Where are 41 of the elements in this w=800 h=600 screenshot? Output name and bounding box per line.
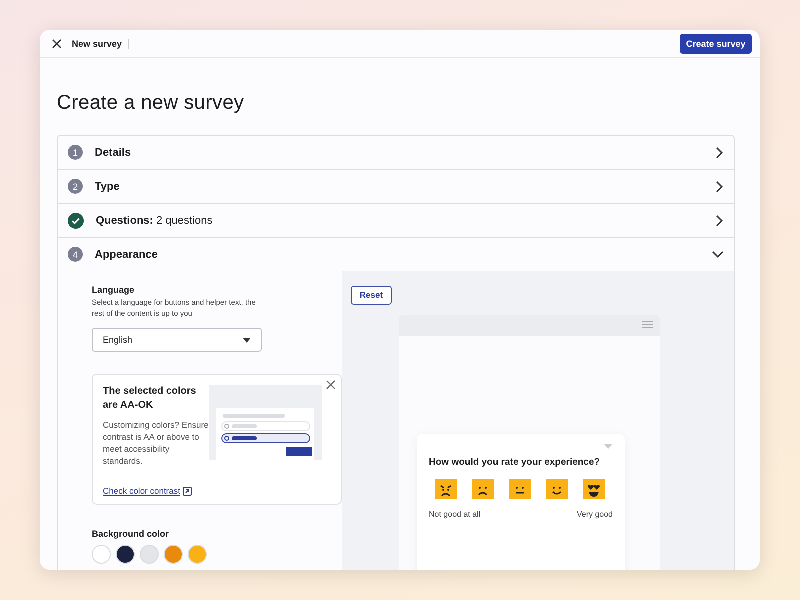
step-title: Appearance bbox=[95, 248, 159, 260]
step-title: Type bbox=[95, 180, 121, 192]
step-header[interactable]: Questions: 2 questions bbox=[58, 204, 734, 237]
step-header[interactable]: 2 Type bbox=[58, 170, 734, 203]
step-title: Questions: 2 questions bbox=[96, 214, 214, 226]
emoji-face-icon[interactable] bbox=[582, 478, 606, 500]
color-swatch[interactable] bbox=[140, 545, 159, 564]
emoji-face-icon[interactable] bbox=[545, 478, 569, 500]
step-number: 1 bbox=[68, 145, 83, 160]
color-swatch[interactable] bbox=[188, 545, 207, 564]
close-icon[interactable] bbox=[326, 380, 336, 390]
step-number: 2 bbox=[68, 179, 83, 194]
close-icon[interactable] bbox=[52, 38, 62, 48]
caret-icon bbox=[604, 444, 613, 448]
page-title: Create a new survey bbox=[57, 92, 246, 115]
language-dropdown[interactable]: English bbox=[92, 328, 262, 352]
scale-label: Not good at all bbox=[429, 510, 481, 518]
window-title: New survey bbox=[72, 38, 130, 48]
card-text: Customizing colors? Ensure contrast is AA or above to meet accessibility standards. bbox=[103, 419, 209, 467]
question-text: How would you rate your experience? bbox=[429, 456, 602, 468]
check-icon bbox=[68, 212, 84, 228]
step-header[interactable]: 4 Appearance bbox=[58, 238, 734, 271]
scale-label: Very good bbox=[576, 510, 613, 518]
emoji-face-icon[interactable] bbox=[508, 478, 532, 500]
caret-icon bbox=[243, 338, 251, 342]
contrast-link[interactable]: Check color contrast bbox=[103, 486, 192, 496]
create-survey-button[interactable]: Create survey bbox=[680, 34, 752, 54]
menu-icon bbox=[642, 321, 653, 329]
step-header[interactable]: 1 Details bbox=[58, 136, 734, 169]
field-label: Background color bbox=[92, 529, 170, 539]
field-label: Language bbox=[92, 285, 136, 295]
step-title: Details bbox=[95, 146, 132, 158]
card-title: The selected colors are AA-OK bbox=[103, 385, 198, 413]
step-number: 4 bbox=[68, 247, 83, 262]
emoji-face-icon[interactable] bbox=[471, 478, 495, 500]
external-link-icon bbox=[183, 486, 192, 496]
color-swatch[interactable] bbox=[92, 545, 111, 564]
reset-button[interactable]: Reset bbox=[351, 286, 392, 304]
color-swatch[interactable] bbox=[164, 545, 183, 564]
emoji-face-icon[interactable] bbox=[434, 478, 458, 500]
color-swatch[interactable] bbox=[116, 545, 135, 564]
